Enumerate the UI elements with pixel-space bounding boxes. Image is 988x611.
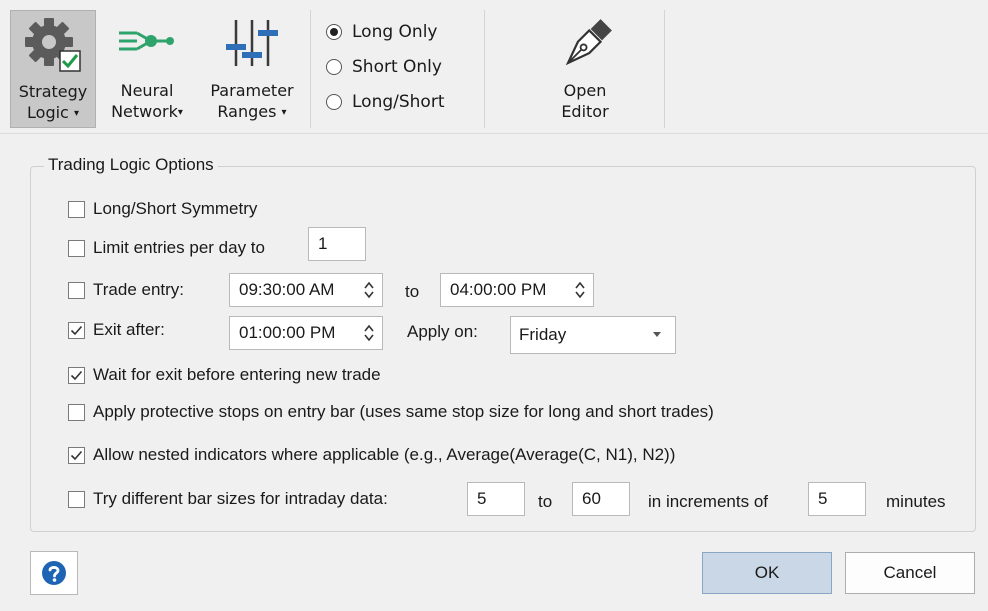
radio-long-short[interactable] <box>326 93 342 110</box>
dropdown-caret-icon: ▾ <box>281 107 287 118</box>
open-editor-label: Open Editor <box>561 81 609 121</box>
limit-entries-label: Limit entries per day to <box>93 238 265 257</box>
bar-sizes-checkbox[interactable] <box>68 490 85 508</box>
spinner-icon[interactable] <box>364 324 374 342</box>
increment-value: 5 <box>818 489 828 508</box>
bar-size-from-input[interactable]: 5 <box>467 482 525 516</box>
trade-entry-from-time[interactable]: 09:30:00 AM <box>229 273 383 307</box>
protective-stops-row: Apply protective stops on entry bar (use… <box>68 398 714 426</box>
trade-entry-row: Trade entry: <box>68 276 184 304</box>
neural-network-icon <box>117 24 177 63</box>
time-value: 01:00:00 PM <box>239 323 336 342</box>
time-value: 09:30:00 AM <box>239 280 335 299</box>
bar-size-to-value: 60 <box>582 489 601 508</box>
exit-after-time[interactable]: 01:00:00 PM <box>229 316 383 350</box>
increment-input[interactable]: 5 <box>808 482 866 516</box>
nested-indicators-row: Allow nested indicators where applicable… <box>68 441 675 469</box>
symmetry-row: Long/Short Symmetry <box>68 195 257 223</box>
limit-entries-row: Limit entries per day to <box>68 234 265 262</box>
neural-network-label: Neural Network▾ <box>111 81 183 121</box>
direction-option-short-only[interactable]: Short Only <box>326 49 445 84</box>
help-icon <box>42 561 66 585</box>
group-title: Trading Logic Options <box>44 155 218 175</box>
spinner-icon[interactable] <box>575 281 585 299</box>
strategy-logic-label: Strategy Logic ▾ <box>18 82 88 122</box>
gear-check-icon <box>22 13 84 80</box>
wait-exit-label: Wait for exit before entering new trade <box>93 365 381 384</box>
parameter-ranges-button[interactable]: Parameter Ranges ▾ <box>198 10 306 128</box>
bar-size-from-value: 5 <box>477 489 487 508</box>
strategy-logic-button[interactable]: Strategy Logic ▾ <box>10 10 96 128</box>
exit-after-checkbox[interactable] <box>68 321 85 339</box>
exit-after-label: Exit after: <box>93 320 165 339</box>
spinner-icon[interactable] <box>364 281 374 299</box>
limit-entries-value: 1 <box>318 234 328 253</box>
pen-nib-icon <box>557 18 613 79</box>
open-editor-button[interactable]: Open Editor <box>510 10 660 128</box>
direction-option-long-short[interactable]: Long/Short <box>326 84 445 119</box>
symmetry-label: Long/Short Symmetry <box>93 199 258 218</box>
nested-indicators-label: Allow nested indicators where applicable… <box>93 445 676 464</box>
bar-size-to-input[interactable]: 60 <box>572 482 630 516</box>
increments-label: in increments of <box>648 492 768 511</box>
direction-label: Short Only <box>352 56 442 77</box>
trade-entry-label: Trade entry: <box>93 280 185 299</box>
neural-network-button[interactable]: Neural Network▾ <box>98 10 196 128</box>
symmetry-checkbox[interactable] <box>68 200 85 218</box>
minutes-label: minutes <box>886 492 946 511</box>
dropdown-caret-icon: ▾ <box>177 107 183 118</box>
trade-entry-to-time[interactable]: 04:00:00 PM <box>440 273 594 307</box>
trade-direction-group: Long Only Short Only Long/Short <box>326 14 445 119</box>
toolbar-separator <box>310 10 311 128</box>
direction-option-long-only[interactable]: Long Only <box>326 14 445 49</box>
bar-sizes-label: Try different bar sizes for intraday dat… <box>93 489 388 508</box>
wait-exit-row: Wait for exit before entering new trade <box>68 361 381 389</box>
ok-button[interactable]: OK <box>702 552 832 594</box>
radio-short-only[interactable] <box>326 58 342 75</box>
direction-label: Long/Short <box>352 91 445 112</box>
apply-on-dropdown[interactable]: Friday <box>510 316 676 354</box>
cancel-button[interactable]: Cancel <box>845 552 975 594</box>
apply-on-label: Apply on: <box>407 322 478 341</box>
apply-on-value: Friday <box>519 325 567 344</box>
toolbar-separator <box>664 10 665 128</box>
dropdown-caret-icon: ▾ <box>73 108 79 119</box>
exit-after-row: Exit after: <box>68 316 165 344</box>
trade-entry-to-label: to <box>405 282 420 301</box>
toolbar-separator <box>484 10 485 128</box>
chevron-down-icon <box>653 332 661 337</box>
parameter-ranges-label: Parameter Ranges ▾ <box>210 81 294 121</box>
trade-entry-checkbox[interactable] <box>68 281 85 299</box>
direction-label: Long Only <box>352 21 438 42</box>
sliders-icon <box>224 16 280 75</box>
radio-long-only[interactable] <box>326 23 342 40</box>
help-button[interactable] <box>30 551 78 595</box>
wait-exit-checkbox[interactable] <box>68 366 85 384</box>
bar-size-to-label: to <box>538 492 553 511</box>
limit-entries-checkbox[interactable] <box>68 239 85 257</box>
ribbon-toolbar: Strategy Logic ▾ Neural Network▾ Paramet… <box>0 0 988 134</box>
protective-stops-checkbox[interactable] <box>68 403 85 421</box>
bar-sizes-row: Try different bar sizes for intraday dat… <box>68 485 388 513</box>
limit-entries-input[interactable]: 1 <box>308 227 366 261</box>
time-value: 04:00:00 PM <box>450 280 547 299</box>
protective-stops-label: Apply protective stops on entry bar (use… <box>93 402 714 421</box>
nested-indicators-checkbox[interactable] <box>68 446 85 464</box>
